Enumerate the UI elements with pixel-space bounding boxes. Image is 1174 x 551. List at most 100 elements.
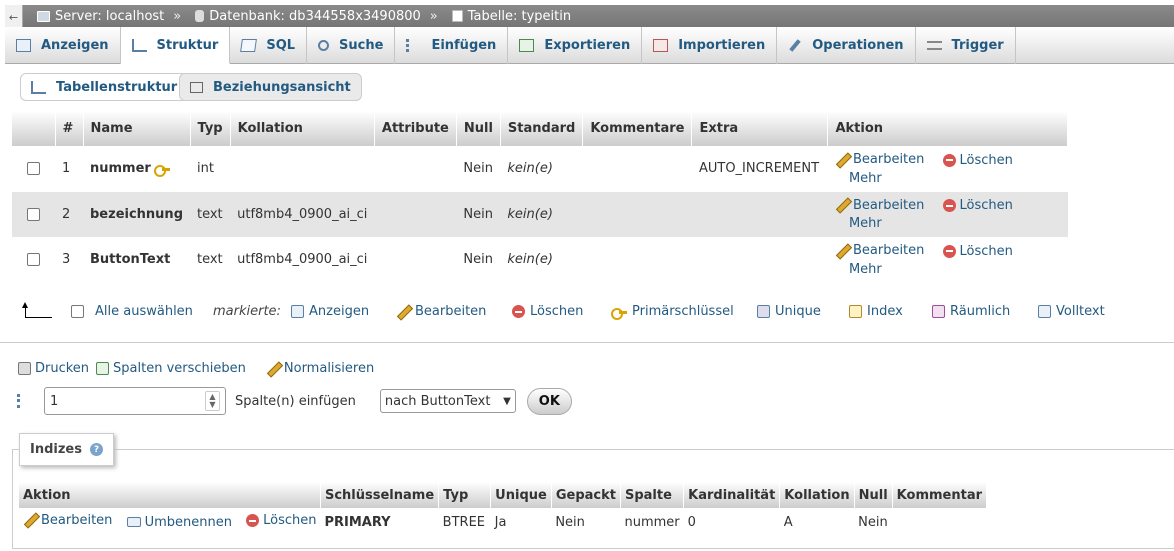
normalize-link[interactable]: Normalisieren — [266, 361, 374, 376]
row-checkbox[interactable] — [27, 207, 40, 221]
pencil-icon — [835, 244, 849, 258]
export-icon — [519, 39, 535, 52]
bulk-browse-button[interactable]: Anzeigen — [291, 304, 369, 319]
bulk-fulltext-button[interactable]: Volltext — [1038, 304, 1105, 319]
tab-label: Operationen — [812, 38, 904, 53]
subtab-label: Tabellenstruktur — [56, 79, 178, 95]
trigger-icon — [926, 41, 942, 50]
bulk-delete-label: Löschen — [530, 304, 584, 319]
edit-column-button[interactable]: Bearbeiten — [835, 198, 924, 213]
select-all-checkbox[interactable] — [71, 305, 84, 318]
breadcrumb-table-label: Tabelle: typeitin — [467, 8, 572, 24]
delete-index-button[interactable]: Löschen — [246, 513, 316, 528]
tab-label: SQL — [266, 38, 296, 53]
row-null: Nein — [456, 191, 501, 237]
wrench-icon — [789, 39, 801, 52]
bulk-spatial-label: Räumlich — [950, 304, 1011, 319]
edit-column-button[interactable]: Bearbeiten — [835, 152, 924, 167]
browse-icon — [291, 305, 304, 318]
breadcrumb-server[interactable]: Server: localhost — [37, 9, 164, 24]
tab-label: Einfügen — [431, 38, 497, 53]
tab-exportieren[interactable]: Exportieren — [508, 27, 643, 64]
column-position-select[interactable]: nach ButtonText ▼ — [379, 389, 516, 413]
ok-button[interactable]: OK — [526, 387, 572, 415]
row-name-cell: nummer — [83, 146, 190, 192]
subtab-tabellenstruktur[interactable]: Tabellenstruktur — [20, 73, 189, 101]
row-extra — [691, 237, 828, 283]
indexes-legend: Indizes ? — [19, 433, 114, 466]
more-button[interactable]: Mehr — [849, 171, 882, 186]
indexes-header-row: Aktion Schlüsselname Typ Unique Gepackt … — [19, 482, 988, 508]
delete-label: Löschen — [959, 152, 1013, 168]
delete-column-button[interactable]: Löschen — [942, 152, 1013, 168]
help-icon[interactable]: ? — [89, 443, 103, 456]
tab-operationen[interactable]: Operationen — [777, 27, 916, 64]
print-link[interactable]: Drucken — [18, 361, 89, 376]
tab-label: Exportieren — [544, 38, 631, 53]
move-columns-icon — [96, 362, 110, 375]
bulk-delete-button[interactable]: Löschen — [512, 304, 583, 319]
more-button[interactable]: Mehr — [849, 216, 882, 231]
tab-sql[interactable]: SQL — [230, 27, 308, 64]
column-count-stepper[interactable]: ▲ ▼ — [205, 391, 220, 411]
tab-struktur[interactable]: Struktur — [120, 27, 231, 64]
tab-importieren[interactable]: Importieren — [642, 27, 778, 64]
select-all-label[interactable]: Alle auswählen — [95, 304, 193, 319]
delete-column-button[interactable]: Löschen — [942, 198, 1013, 213]
bulk-index-label: Index — [867, 304, 903, 319]
header-num: # — [55, 111, 84, 146]
row-default: kein(e) — [500, 146, 583, 192]
rename-index-label: Umbenennen — [144, 514, 232, 530]
edit-index-button[interactable]: Bearbeiten — [23, 513, 112, 528]
subtab-beziehungsansicht[interactable]: Beziehungsansicht — [179, 73, 362, 101]
tab-trigger[interactable]: Trigger — [916, 27, 1016, 64]
delete-column-button[interactable]: Löschen — [942, 244, 1013, 259]
collapse-nav-button[interactable]: ← — [5, 5, 23, 27]
bulk-spatial-button[interactable]: Räumlich — [932, 304, 1010, 319]
bulk-primary-label: Primärschlüssel — [632, 304, 734, 319]
row-checkbox[interactable] — [27, 253, 40, 267]
breadcrumb-database[interactable]: Datenbank: db344558x3490800 — [195, 9, 421, 24]
move-columns-link[interactable]: Spalten verschieben — [96, 361, 246, 376]
header-type: Typ — [190, 111, 231, 146]
breadcrumb-database-label: Datenbank: db344558x3490800 — [209, 8, 421, 24]
column-count-value: 1 — [50, 393, 59, 409]
breadcrumb-separator: » — [173, 8, 182, 24]
row-attributes — [374, 191, 457, 237]
rename-index-button[interactable]: Umbenennen — [126, 514, 232, 530]
table-header-row: # Name Typ Kollation Attribute Null Stan… — [12, 111, 1069, 146]
idx-header-action: Aktion — [19, 482, 321, 508]
tab-suche[interactable]: Suche — [307, 27, 396, 64]
select-all-control[interactable]: Alle auswählen — [71, 304, 193, 319]
unique-icon — [757, 305, 770, 318]
header-name[interactable]: Name — [83, 111, 191, 146]
bulk-index-button[interactable]: Index — [849, 304, 903, 319]
index-type: BTREE — [438, 508, 491, 536]
idx-header-packed: Gepackt — [551, 482, 621, 508]
row-checkbox[interactable] — [27, 162, 40, 176]
tab-einfuegen[interactable]: Einfügen — [395, 27, 509, 64]
tab-anzeigen[interactable]: Anzeigen — [5, 27, 121, 64]
column-count-input[interactable]: 1 ▲ ▼ — [44, 387, 226, 415]
edit-column-button[interactable]: Bearbeiten — [835, 243, 924, 258]
row-null: Nein — [456, 146, 501, 192]
header-select — [12, 111, 56, 146]
row-type: text — [190, 237, 231, 283]
bulk-unique-button[interactable]: Unique — [757, 304, 821, 319]
bulk-edit-button[interactable]: Bearbeiten — [396, 304, 486, 319]
tab-label: Trigger — [951, 38, 1004, 53]
more-button[interactable]: Mehr — [849, 262, 882, 277]
row-extra — [691, 191, 828, 237]
breadcrumb-separator: » — [429, 8, 438, 24]
index-keyname: PRIMARY — [320, 508, 439, 536]
database-icon — [195, 10, 205, 22]
column-position-value: nach ButtonText — [384, 393, 491, 409]
bulk-primary-button[interactable]: Primärschlüssel — [611, 304, 734, 320]
row-name: bezeichnung — [83, 191, 190, 237]
idx-header-cardinality: Kardinalität — [683, 482, 781, 508]
delete-icon — [942, 199, 956, 212]
spatial-icon — [932, 305, 945, 318]
index-actions: Bearbeiten Umbenennen Löschen — [19, 508, 321, 536]
breadcrumb-table[interactable]: Tabelle: typeitin — [451, 8, 572, 24]
index-column: nummer — [620, 508, 684, 536]
